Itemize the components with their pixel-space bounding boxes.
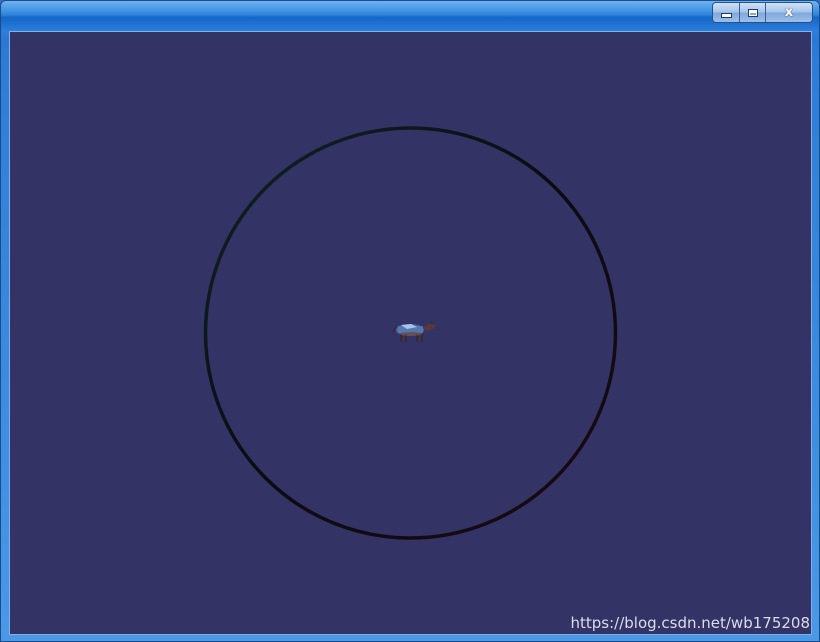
minimize-button[interactable] [713, 3, 740, 22]
caption-buttons: x [712, 2, 813, 23]
close-icon: x [784, 5, 794, 20]
close-button[interactable]: x [766, 3, 812, 22]
app-window: x https://blog.csdn.net/wb175208 [0, 0, 820, 642]
scene-canvas [203, 126, 618, 540]
maximize-icon [747, 8, 758, 17]
maximize-button[interactable] [740, 3, 766, 22]
watermark-text: https://blog.csdn.net/wb175208 [570, 614, 810, 632]
minimize-icon [720, 13, 732, 18]
title-bar[interactable]: x [1, 1, 819, 31]
cow-icon [392, 321, 436, 342]
render-viewport[interactable]: https://blog.csdn.net/wb175208 [9, 31, 812, 635]
